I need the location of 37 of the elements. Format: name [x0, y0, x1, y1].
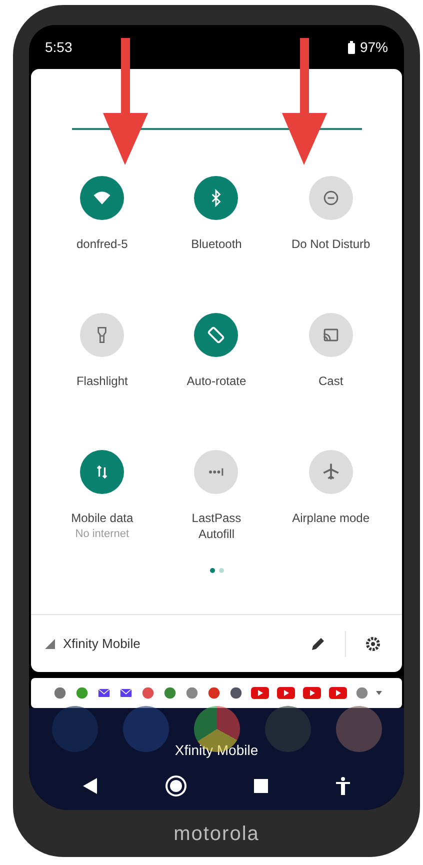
- tile-label: Cast: [317, 373, 344, 389]
- toast-message: Xfinity Mobile: [174, 741, 258, 760]
- back-icon[interactable]: [82, 778, 97, 794]
- tile-status: No internet: [75, 527, 130, 542]
- tile-label: Bluetooth: [190, 236, 243, 252]
- tile-toggle[interactable]: [194, 176, 238, 220]
- tile-label: Auto-rotate: [186, 373, 248, 389]
- carrier-name: Xfinity Mobile: [63, 634, 140, 653]
- tile-label: Do Not Disturb: [290, 236, 372, 252]
- mail-app-icon[interactable]: [336, 706, 382, 752]
- tile-toggle[interactable]: [308, 176, 353, 220]
- tile-label: donfred-5: [75, 236, 129, 252]
- tile-toggle[interactable]: [308, 313, 353, 357]
- battery-percent: 97%: [360, 38, 388, 56]
- tile-toggle[interactable]: [308, 450, 353, 494]
- phone-app-icon[interactable]: [52, 706, 98, 752]
- signal-icon: [45, 638, 55, 648]
- tile-toggle[interactable]: [80, 313, 124, 357]
- tile-toggle[interactable]: [194, 450, 238, 494]
- pencil-icon: [310, 636, 326, 652]
- status-time: 5:53: [45, 38, 72, 56]
- tile-label: Mobile data: [70, 510, 134, 526]
- tile-toggle[interactable]: [194, 313, 238, 357]
- camera-app-icon[interactable]: [264, 706, 310, 752]
- tile-label: Flashlight: [75, 373, 129, 389]
- tile-toggle[interactable]: [80, 176, 124, 220]
- home-icon[interactable]: [164, 775, 187, 797]
- brand-logo-text: motorola: [174, 822, 260, 847]
- battery-icon: [348, 40, 355, 54]
- tile-toggle[interactable]: [80, 450, 124, 494]
- accessibility-icon[interactable]: [336, 777, 350, 795]
- settings-icon: [365, 636, 381, 652]
- caret-icon[interactable]: [376, 690, 382, 696]
- recents-icon[interactable]: [254, 779, 268, 793]
- tile-label: LastPass Autofill: [190, 510, 242, 542]
- tile-label: Airplane mode: [291, 510, 371, 526]
- messages-app-icon[interactable]: [122, 706, 168, 752]
